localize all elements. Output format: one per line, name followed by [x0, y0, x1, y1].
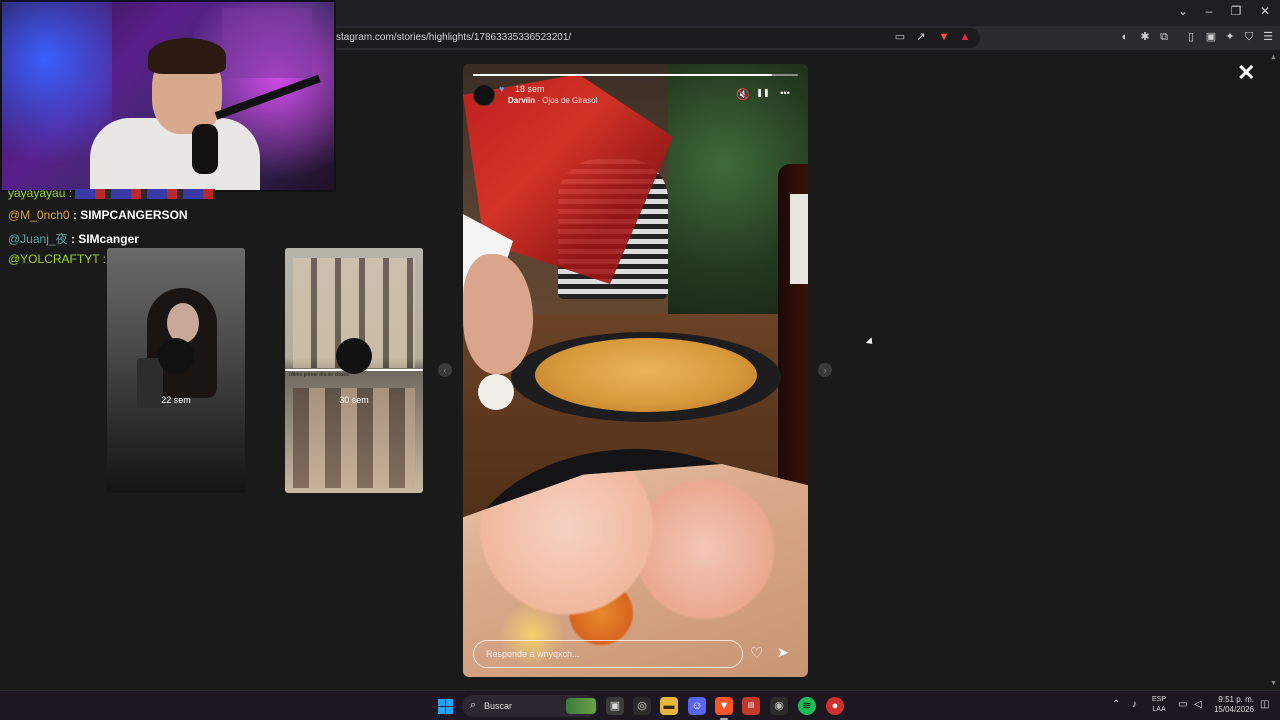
taskbar-clock[interactable]: 9:51 p. m. 15/04/2026 — [1212, 695, 1254, 715]
story-preview[interactable]: 22 sem — [107, 248, 245, 493]
microphone-icon[interactable]: ♪ — [1132, 699, 1137, 710]
cast-icon[interactable]: ▭ — [893, 30, 907, 44]
clock-date: 15/04/2026 — [1213, 705, 1254, 714]
show-hidden-icons-icon[interactable]: ⌃ — [1112, 699, 1120, 710]
like-heart-icon[interactable]: ♡ — [750, 644, 763, 662]
chat-username: @M_0nch0 — [8, 208, 70, 222]
streamer-webcam — [0, 0, 336, 192]
reply-input[interactable]: Responde a wnyqxch... — [473, 640, 743, 668]
story-progress-bar — [473, 74, 798, 76]
story-time: 18 sem — [515, 84, 545, 94]
address-bar-text: stagram.com/stories/highlights/178633353… — [336, 32, 572, 43]
preview-avatar — [158, 338, 194, 374]
language-code: ESP — [1152, 696, 1167, 703]
notifications-icon[interactable]: ◫ — [1260, 699, 1269, 710]
chat-message: @M_0nch0 : SIMPCANGERSON — [8, 208, 188, 222]
story-song[interactable]: · Ojos de Girasol — [535, 96, 597, 105]
flag-emotes — [75, 188, 216, 199]
chat-username: yayayayau : — [8, 186, 73, 200]
minimize-button[interactable]: – — [1196, 4, 1222, 18]
brave-icon[interactable]: ▼ — [715, 697, 733, 715]
chat-username: @YOLCRAFTYT : — [8, 252, 106, 266]
search-highlight-icon — [566, 698, 596, 714]
network-icon[interactable]: ▭ — [1178, 699, 1187, 710]
pause-icon[interactable]: ❚❚ — [755, 88, 771, 97]
close-story-icon[interactable]: ✕ — [1237, 60, 1255, 86]
mouse-cursor-icon — [865, 337, 876, 347]
story-preview[interactable]: último primer día de clases 30 sem — [285, 248, 423, 493]
preview-face — [167, 303, 199, 343]
chrome-icon[interactable]: ◎ — [633, 697, 651, 715]
recorder-icon[interactable]: ● — [826, 697, 844, 715]
volume-icon[interactable]: ◁ — [1194, 699, 1202, 710]
scroll-up-arrow-icon[interactable]: ▲ — [1270, 54, 1277, 61]
chat-message: @Juanj_夜 : SIMcanger — [8, 230, 139, 247]
windows-taskbar: ⌕ Buscar ▣ ◎ ▬ ☺ ▼ ▤ ◉ ≋ ● ⌃ ♪ ESP LAA ▭… — [0, 690, 1280, 720]
story-cheese-pizza — [535, 338, 757, 412]
preview-caption: último primer día de clases — [289, 372, 349, 378]
spotify-icon[interactable]: ≋ — [798, 697, 816, 715]
mute-icon[interactable]: 🔇 — [735, 88, 751, 101]
obs-news-icon[interactable]: ▤ — [742, 697, 760, 715]
leo-ai-icon[interactable]: ✦ — [1223, 30, 1237, 44]
extension-icon[interactable]: ◐ — [1118, 30, 1132, 44]
story-cup — [478, 374, 514, 410]
windows-start-icon[interactable] — [438, 699, 453, 714]
heart-highlight-icon: ♥ — [499, 84, 505, 94]
taskbar-search-label: Buscar — [484, 701, 513, 711]
search-icon: ⌕ — [470, 699, 477, 711]
reply-placeholder: Responde a wnyqxch... — [486, 649, 580, 659]
restore-button[interactable]: ❐ — [1223, 4, 1249, 18]
brave-rewards-icon[interactable]: ▲ — [958, 30, 972, 44]
next-story-button[interactable]: › — [818, 363, 832, 377]
webcam-shelf — [222, 8, 312, 78]
close-window-button[interactable]: ✕ — [1252, 4, 1278, 18]
story-author-avatar[interactable] — [473, 84, 495, 106]
vpn-icon[interactable]: ⛉ — [1242, 30, 1256, 44]
screenshot-icon[interactable]: ⧉ — [1157, 30, 1171, 44]
task-view-icon[interactable]: ▣ — [606, 697, 624, 715]
story-username[interactable]: Darviin — [508, 96, 535, 105]
share-page-icon[interactable]: ↗ — [914, 30, 928, 44]
chat-text: : SIMcanger — [70, 232, 139, 246]
preview-avatar — [336, 338, 372, 374]
keyboard-layout: LAA — [1152, 706, 1166, 713]
preview-time: 30 sem — [339, 395, 369, 405]
tab-list-button[interactable]: ⌄ — [1170, 4, 1196, 18]
story-bottle-label — [790, 194, 808, 284]
scroll-down-arrow-icon[interactable]: ▼ — [1270, 680, 1277, 687]
menu-icon[interactable]: ☰ — [1261, 30, 1275, 44]
brave-shields-icon[interactable]: ▼ — [937, 30, 951, 44]
clock-time: 9:51 p. m. — [1218, 695, 1254, 704]
file-explorer-icon[interactable]: ▬ — [660, 697, 678, 715]
chat-username: @Juanj_夜 — [8, 232, 68, 246]
preview-time: 22 sem — [161, 395, 191, 405]
share-send-icon[interactable]: ➤ — [777, 644, 789, 661]
story-progress-fill — [473, 74, 772, 76]
webcam-microphone — [192, 124, 218, 174]
more-options-icon[interactable]: ••• — [777, 88, 793, 98]
story-viewer[interactable]: ♥ 18 sem Darviin · Ojos de Girasol 🔇 ❚❚ … — [463, 64, 808, 677]
story-author[interactable]: Darviin · Ojos de Girasol — [508, 96, 597, 105]
discord-icon[interactable]: ☺ — [688, 697, 706, 715]
language-indicator[interactable]: ESP LAA — [1152, 695, 1166, 715]
chat-text: : SIMPCANGERSON — [72, 208, 188, 222]
wallet-icon[interactable]: ▣ — [1204, 30, 1218, 44]
obs-icon[interactable]: ◉ — [770, 697, 788, 715]
sidebar-icon[interactable]: ▯ — [1184, 30, 1198, 44]
taskbar-search[interactable]: ⌕ Buscar — [462, 695, 598, 717]
previous-story-button[interactable]: ‹ — [438, 363, 452, 377]
webcam-person-hair — [148, 38, 226, 74]
chat-message: yayayayau : — [8, 186, 216, 200]
puzzle-extensions-icon[interactable]: ✱ — [1138, 30, 1152, 44]
address-bar[interactable]: stagram.com/stories/highlights/178633353… — [330, 28, 980, 48]
